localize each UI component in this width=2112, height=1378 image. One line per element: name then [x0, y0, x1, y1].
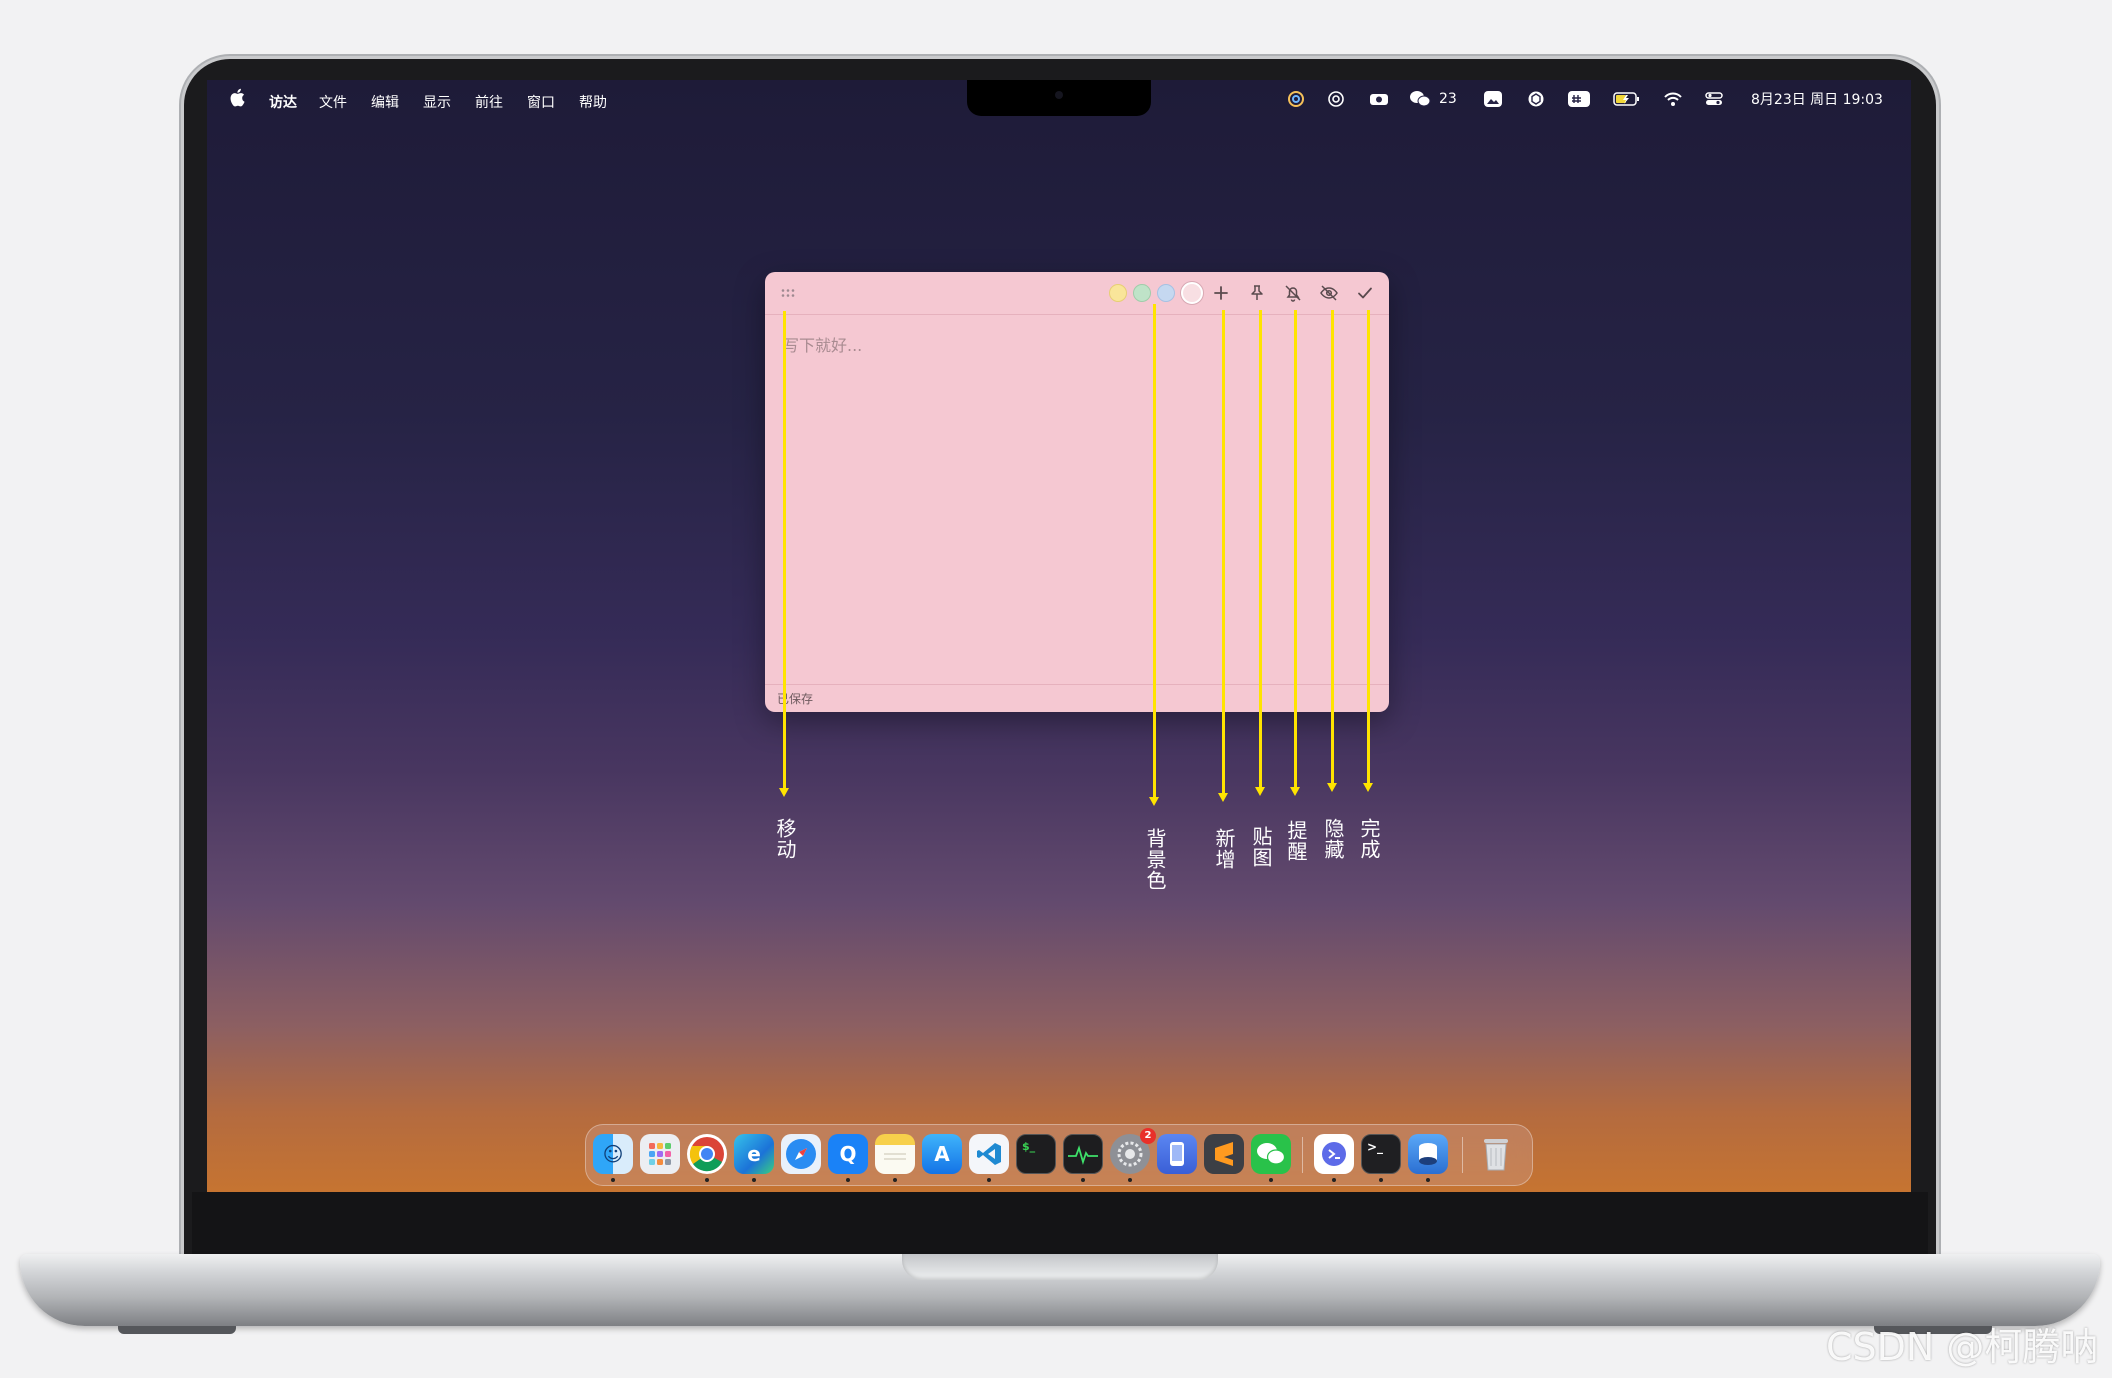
- callout-label-add: 新增: [1212, 828, 1236, 870]
- menu-view[interactable]: 显示: [423, 92, 451, 112]
- running-indicator: [1128, 1178, 1132, 1182]
- callout-line-move: [783, 311, 786, 791]
- callout-line-add: [1222, 310, 1225, 796]
- running-indicator: [611, 1178, 615, 1182]
- note-text-area[interactable]: 写下就好...: [783, 332, 862, 356]
- callout-label-pin: 贴图: [1249, 826, 1273, 868]
- checkmark-icon[interactable]: [1355, 283, 1375, 303]
- safari-icon[interactable]: [781, 1134, 821, 1174]
- callout-arrow-pin: [1255, 787, 1265, 796]
- callout-arrow-move: [779, 788, 789, 797]
- drag-handle-icon[interactable]: [781, 288, 795, 298]
- sublime-text-icon[interactable]: [1204, 1134, 1244, 1174]
- menu-file[interactable]: 文件: [319, 92, 347, 112]
- callout-arrow-done: [1363, 783, 1373, 792]
- running-indicator: [1081, 1178, 1085, 1182]
- eye-off-icon[interactable]: [1319, 283, 1339, 303]
- color-swatch-blue[interactable]: [1157, 284, 1175, 302]
- running-indicator: [752, 1178, 756, 1182]
- notes-icon[interactable]: [875, 1134, 915, 1174]
- dock-separator: [1462, 1137, 1463, 1173]
- running-indicator: [893, 1178, 897, 1182]
- activity-monitor-icon[interactable]: [1063, 1134, 1103, 1174]
- wechat-icon[interactable]: [1251, 1134, 1291, 1174]
- callout-label-hide: 隐藏: [1321, 818, 1345, 860]
- trash-icon[interactable]: [1476, 1134, 1516, 1174]
- callout-line-done: [1367, 310, 1370, 786]
- running-indicator: [1269, 1178, 1273, 1182]
- running-indicator: [1332, 1178, 1336, 1182]
- chrome-icon[interactable]: [687, 1134, 727, 1174]
- simulator-icon[interactable]: [1157, 1134, 1197, 1174]
- finder-icon[interactable]: ☺: [593, 1134, 633, 1174]
- callout-line-remind: [1294, 310, 1297, 790]
- running-indicator: [705, 1178, 709, 1182]
- running-indicator: [846, 1178, 850, 1182]
- laptop-foot-left: [118, 1326, 236, 1334]
- watermark: CSDN @柯腾呐: [1826, 1325, 2099, 1369]
- running-indicator: [1426, 1178, 1430, 1182]
- dock-separator: [1302, 1137, 1303, 1173]
- input-method-icon[interactable]: [1567, 90, 1591, 108]
- vscode-icon[interactable]: [969, 1134, 1009, 1174]
- callout-arrow-hide: [1327, 783, 1337, 792]
- terminal-icon[interactable]: $_: [1016, 1134, 1056, 1174]
- apple-menu-icon[interactable]: [229, 88, 245, 111]
- camera-record-icon[interactable]: [1369, 90, 1389, 108]
- bell-off-icon[interactable]: [1283, 283, 1303, 303]
- pin-icon[interactable]: [1247, 283, 1267, 303]
- menu-window[interactable]: 窗口: [527, 92, 555, 112]
- callout-line-background: [1153, 304, 1156, 800]
- menu-bar: 访达 文件 编辑 显示 前往 窗口 帮助 23 8月23日 周日 19:03: [207, 80, 1911, 118]
- callout-line-pin: [1259, 310, 1262, 790]
- wechat-status-icon[interactable]: [1409, 90, 1431, 108]
- add-note-icon[interactable]: [1211, 283, 1231, 303]
- battery-icon[interactable]: [1613, 90, 1641, 108]
- menu-edit[interactable]: 编辑: [371, 92, 399, 112]
- app-store-icon[interactable]: A: [922, 1134, 962, 1174]
- control-center-icon[interactable]: [1705, 90, 1723, 108]
- callout-label-done: 完成: [1357, 818, 1381, 860]
- menu-help[interactable]: 帮助: [579, 92, 607, 112]
- edge-icon[interactable]: e: [734, 1134, 774, 1174]
- image-icon[interactable]: [1483, 90, 1503, 108]
- callout-label-move: 移动: [773, 818, 797, 860]
- notification-badge: 2: [1140, 1128, 1156, 1144]
- callout-label-background: 背景色: [1143, 828, 1167, 891]
- running-indicator: [987, 1178, 991, 1182]
- desktop-screen: 访达 文件 编辑 显示 前往 窗口 帮助 23 8月23日 周日 19:03 写…: [207, 80, 1911, 1192]
- laptop-open-notch: [902, 1254, 1218, 1280]
- callout-arrow-add: [1218, 793, 1228, 802]
- openai-icon[interactable]: [1327, 90, 1345, 108]
- color-swatch-yellow[interactable]: [1109, 284, 1127, 302]
- qq-browser-icon[interactable]: Q: [828, 1134, 868, 1174]
- launchpad-icon[interactable]: [640, 1134, 680, 1174]
- menu-finder[interactable]: 访达: [269, 92, 297, 112]
- menu-clock[interactable]: 8月23日 周日 19:03: [1751, 90, 1883, 108]
- dock: ☺ e Q A $_ 2 >_: [585, 1124, 1533, 1186]
- laptop-chin: [192, 1192, 1928, 1254]
- remote-desktop-icon[interactable]: [1314, 1134, 1354, 1174]
- menu-go[interactable]: 前往: [475, 92, 503, 112]
- callout-arrow-remind: [1290, 787, 1300, 796]
- color-swatch-pink-selected[interactable]: [1181, 282, 1203, 304]
- link-icon[interactable]: [1287, 90, 1305, 108]
- callout-arrow-background: [1149, 797, 1159, 806]
- running-indicator: [1379, 1178, 1383, 1182]
- app-icon[interactable]: [1408, 1134, 1448, 1174]
- callout-line-hide: [1331, 310, 1334, 786]
- box-icon[interactable]: [1527, 90, 1545, 108]
- system-settings-icon[interactable]: 2: [1110, 1128, 1156, 1174]
- callout-label-remind: 提醒: [1284, 820, 1308, 862]
- console-icon[interactable]: >_: [1361, 1134, 1401, 1174]
- wechat-count: 23: [1439, 91, 1457, 107]
- wifi-icon[interactable]: [1663, 90, 1683, 108]
- color-swatch-green[interactable]: [1133, 284, 1151, 302]
